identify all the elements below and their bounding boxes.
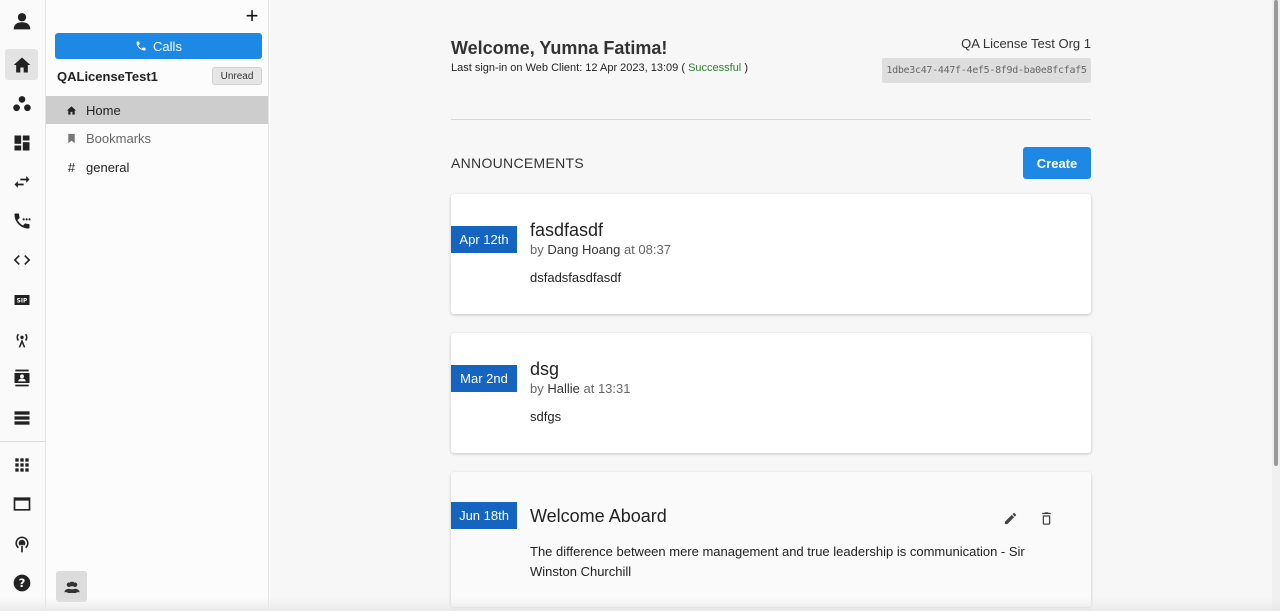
list-icon[interactable] <box>5 402 38 433</box>
antenna-icon[interactable] <box>5 323 38 354</box>
app-root: SIP ? + Calls QALicenseTest1 Unread Home… <box>0 0 1280 611</box>
announcement-author: Hallie <box>547 381 580 396</box>
announcement-card: Mar 2nd dsg by Hallie at 13:31 sdfgs <box>451 333 1091 453</box>
hash-icon: # <box>67 159 76 175</box>
scrollbar-thumb[interactable] <box>1274 0 1278 466</box>
help-icon[interactable]: ? <box>5 567 38 598</box>
announcement-card: Jun 18th Welcome Aboard The difference b… <box>451 472 1091 607</box>
announcement-title: fasdfasdf <box>530 220 604 240</box>
podcast-icon[interactable] <box>5 528 38 559</box>
announcement-date: Mar 2nd <box>451 365 517 392</box>
add-channel-button[interactable]: + <box>242 5 262 27</box>
announcement-time: 13:31 <box>597 381 631 396</box>
org-title: QA License Test Org 1 <box>961 36 1091 51</box>
announcement-body: The difference between mere management a… <box>530 544 1025 579</box>
nav-item-label: Home <box>86 102 121 118</box>
announcement-body: sdfgs <box>530 409 562 424</box>
delete-button[interactable] <box>1036 508 1056 528</box>
code-icon[interactable] <box>5 244 38 275</box>
announcement-meta: by Hallie at 13:31 <box>530 381 630 396</box>
bookmark-icon <box>68 133 75 143</box>
rail-divider <box>0 441 46 442</box>
nav-item-label: general <box>86 159 130 175</box>
pencil-icon <box>1004 512 1016 524</box>
announcement-date: Apr 12th <box>451 226 517 253</box>
edit-button[interactable] <box>1000 508 1020 528</box>
calls-button[interactable]: Calls <box>55 33 262 59</box>
welcome-heading: Welcome, Yumna Fatima! <box>451 38 668 58</box>
announcement-title: dsg <box>530 359 560 379</box>
icon-rail: SIP ? <box>0 0 46 611</box>
at-prefix: at <box>620 242 639 257</box>
announcement-date: Jun 18th <box>451 502 517 529</box>
trash-icon <box>1041 511 1051 525</box>
announcement-card: Apr 12th fasdfasdf by Dang Hoang at 08:3… <box>451 194 1091 314</box>
svg-text:?: ? <box>18 576 25 590</box>
announcement-author: Dang Hoang <box>547 242 621 257</box>
sip-icon[interactable]: SIP <box>5 284 38 315</box>
announcement-body: dsfadsfasdfasdf <box>530 270 622 285</box>
announcements-title: ANNOUNCEMENTS <box>451 155 585 171</box>
last-signin-prefix: Last sign-in on Web Client: 12 Apr 2023,… <box>451 62 689 74</box>
svg-text:SIP: SIP <box>16 298 27 304</box>
team-button[interactable] <box>56 571 87 602</box>
apps-grid-icon[interactable] <box>5 449 38 480</box>
org-id-badge[interactable]: 1dbe3c47-447f-4ef5-8f9d-ba0e8fcfaf5 <box>882 58 1091 83</box>
announcement-time: 08:37 <box>638 242 671 257</box>
announcement-meta: by Dang Hoang at 08:37 <box>530 242 671 257</box>
groups-icon[interactable] <box>5 88 38 119</box>
calls-label: Calls <box>153 38 182 54</box>
last-signin-text: Last sign-in on Web Client: 12 Apr 2023,… <box>451 62 748 74</box>
home-icon[interactable] <box>5 49 38 80</box>
profile-icon[interactable] <box>5 5 38 36</box>
main-content: Welcome, Yumna Fatima! Last sign-in on W… <box>270 0 1272 611</box>
dashboard-icon[interactable] <box>5 127 38 158</box>
people-icon <box>64 581 79 593</box>
phone-icon <box>136 41 146 51</box>
signin-status: Successful <box>688 62 742 74</box>
transfer-icon[interactable] <box>5 166 38 197</box>
nav-item-label: Bookmarks <box>86 130 152 146</box>
home-icon <box>66 105 77 115</box>
at-prefix: at <box>579 381 598 396</box>
channel-panel: + Calls QALicenseTest1 Unread Home Bookm… <box>46 0 269 611</box>
last-signin-suffix: ) <box>741 62 748 74</box>
contacts-icon[interactable] <box>5 362 38 393</box>
org-name: QALicenseTest1 <box>57 69 158 84</box>
nav-item-general[interactable]: # general <box>46 153 268 181</box>
window-icon[interactable] <box>5 488 38 519</box>
by-prefix: by <box>530 381 548 396</box>
dialpad-icon[interactable] <box>5 205 38 236</box>
create-announcement-button[interactable]: Create <box>1023 147 1091 179</box>
nav-item-home[interactable]: Home <box>46 96 268 124</box>
nav-item-bookmarks[interactable]: Bookmarks <box>46 124 268 152</box>
unread-button[interactable]: Unread <box>212 67 262 85</box>
by-prefix: by <box>530 242 548 257</box>
announcement-title: Welcome Aboard <box>530 506 667 526</box>
header-divider <box>451 119 1091 120</box>
